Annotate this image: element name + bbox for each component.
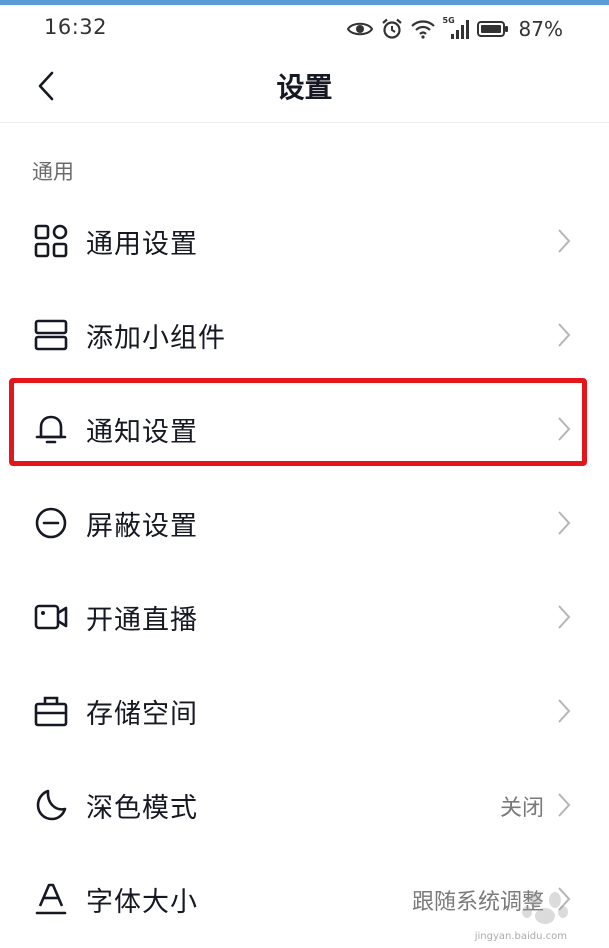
settings-item-label: 添加小组件 bbox=[86, 323, 226, 354]
settings-item-label: 深色模式 bbox=[86, 793, 198, 824]
nav-bar: 设置 bbox=[0, 50, 609, 123]
status-bar: 16:32 5G 87% bbox=[0, 5, 609, 50]
signal-icon bbox=[450, 20, 469, 39]
settings-item-label: 存储空间 bbox=[86, 699, 198, 730]
video-camera-icon bbox=[34, 604, 68, 630]
eye-icon bbox=[346, 22, 373, 36]
settings-item-dark-mode[interactable]: 深色模式 关闭 bbox=[0, 758, 609, 852]
settings-item-notifications[interactable]: 通知设置 bbox=[0, 382, 609, 476]
bell-icon bbox=[35, 415, 67, 444]
moon-icon bbox=[36, 789, 67, 821]
settings-item-label: 通知设置 bbox=[86, 417, 198, 448]
block-icon bbox=[35, 507, 67, 539]
status-icons: 5G 87% bbox=[346, 16, 563, 41]
chevron-right-icon bbox=[558, 605, 571, 629]
settings-item-value: 关闭 bbox=[499, 796, 544, 821]
settings-item-block[interactable]: 屏蔽设置 bbox=[0, 476, 609, 570]
chevron-right-icon bbox=[558, 323, 571, 347]
settings-item-general[interactable]: 通用设置 bbox=[0, 194, 609, 288]
settings-item-label: 屏蔽设置 bbox=[86, 511, 198, 542]
settings-item-label: 字体大小 bbox=[86, 887, 198, 918]
page-title: 设置 bbox=[276, 71, 333, 104]
signal-indicator: 5G bbox=[443, 16, 469, 40]
widget-icon bbox=[34, 319, 68, 351]
wifi-icon bbox=[410, 20, 435, 39]
battery-icon bbox=[476, 21, 508, 37]
alarm-icon bbox=[381, 18, 402, 39]
settings-item-storage[interactable]: 存储空间 bbox=[0, 664, 609, 758]
battery-percentage: 87% bbox=[518, 17, 563, 41]
status-time: 16:32 bbox=[44, 15, 108, 39]
settings-item-add-widget[interactable]: 添加小组件 bbox=[0, 288, 609, 382]
storage-icon bbox=[34, 696, 68, 727]
watermark-logo bbox=[522, 892, 568, 924]
chevron-right-icon bbox=[558, 417, 571, 441]
watermark-text: jingyan.baidu.com bbox=[474, 931, 567, 942]
settings-item-label: 开通直播 bbox=[86, 605, 198, 636]
section-title-general: 通用 bbox=[32, 160, 74, 184]
font-size-icon bbox=[35, 883, 67, 915]
chevron-right-icon bbox=[558, 229, 571, 253]
chevron-right-icon bbox=[558, 699, 571, 723]
chevron-right-icon bbox=[558, 793, 571, 817]
settings-item-live-stream[interactable]: 开通直播 bbox=[0, 570, 609, 664]
grid-icon bbox=[34, 224, 68, 258]
settings-item-label: 通用设置 bbox=[86, 229, 198, 260]
chevron-right-icon bbox=[558, 511, 571, 535]
